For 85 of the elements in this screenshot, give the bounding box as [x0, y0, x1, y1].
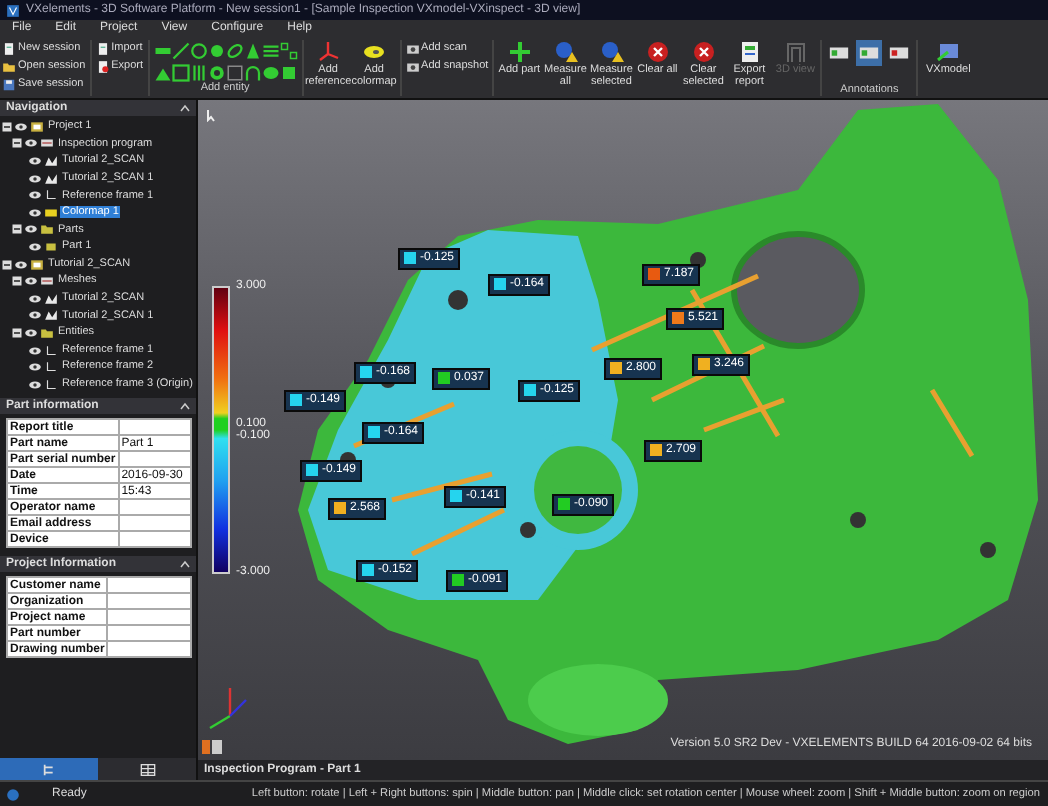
- ball-icon: [599, 40, 624, 64]
- eye-icon[interactable]: [24, 325, 38, 340]
- shape-icon[interactable]: [189, 40, 208, 60]
- project-icon: [30, 257, 44, 272]
- folder-icon: [40, 325, 54, 340]
- view-cube-icon[interactable]: [202, 740, 222, 754]
- eye-icon[interactable]: [24, 136, 38, 151]
- tree-icon: [41, 761, 57, 777]
- shape-icon[interactable]: [171, 40, 190, 60]
- cross-icon: [691, 40, 716, 64]
- project-icon: [30, 119, 44, 134]
- eye-icon[interactable]: [28, 360, 42, 375]
- eye-icon[interactable]: [28, 343, 42, 358]
- collapse-icon[interactable]: [12, 327, 22, 338]
- collapse-icon[interactable]: [2, 259, 12, 270]
- shape-icon[interactable]: [243, 62, 262, 82]
- shape-icon[interactable]: [279, 62, 298, 82]
- collapse-icon[interactable]: [12, 224, 22, 235]
- panel-tab[interactable]: [98, 758, 196, 780]
- program-icon: [40, 274, 54, 289]
- collapse-icon[interactable]: [12, 276, 22, 287]
- field-value[interactable]: [107, 641, 191, 657]
- annotation-toggle[interactable]: [856, 40, 883, 66]
- shape-icon[interactable]: [189, 62, 208, 82]
- eye-icon[interactable]: [28, 205, 42, 220]
- shape-icon[interactable]: [279, 40, 298, 60]
- field-value[interactable]: [107, 577, 191, 593]
- eye-icon[interactable]: [28, 377, 42, 392]
- blob-icon: [362, 40, 387, 64]
- eye-icon[interactable]: [14, 119, 28, 134]
- tag-icon: [888, 42, 911, 64]
- camera-icon: [405, 42, 420, 56]
- field-value[interactable]: [118, 419, 191, 435]
- shape-icon[interactable]: [225, 40, 244, 60]
- eye-icon[interactable]: [24, 222, 38, 237]
- app-logo-icon: [6, 3, 20, 17]
- cursor-icon: [206, 108, 218, 122]
- shape-icon[interactable]: [261, 62, 280, 82]
- ball-icon: [553, 40, 578, 64]
- cross-icon: [645, 40, 670, 64]
- page-icon: [95, 60, 110, 74]
- field-value[interactable]: [118, 451, 191, 467]
- shape-icon[interactable]: [171, 62, 190, 82]
- folder-icon: [2, 60, 16, 74]
- eye-icon[interactable]: [28, 171, 42, 186]
- eye-icon[interactable]: [14, 257, 28, 272]
- eye-icon[interactable]: [28, 239, 42, 254]
- colormap-icon: [44, 205, 58, 220]
- eye-icon[interactable]: [24, 274, 38, 289]
- eye-icon[interactable]: [28, 308, 42, 323]
- program-icon: [40, 136, 54, 151]
- eye-icon[interactable]: [28, 291, 42, 306]
- collapse-icon[interactable]: [180, 104, 190, 112]
- shape-icon[interactable]: [243, 40, 262, 60]
- status-icon: [6, 787, 20, 801]
- shape-icon[interactable]: [207, 40, 226, 60]
- field-value[interactable]: [118, 515, 191, 531]
- axis-triad-icon: [206, 684, 250, 732]
- field-value[interactable]: [118, 531, 191, 547]
- axes-icon: [316, 40, 341, 64]
- collapse-icon[interactable]: [180, 402, 190, 410]
- collapse-icon[interactable]: [12, 138, 22, 149]
- axes-icon: [44, 188, 58, 203]
- document-icon: [737, 40, 762, 64]
- eye-icon[interactable]: [28, 188, 42, 203]
- field-value[interactable]: [118, 499, 191, 515]
- field-value[interactable]: [107, 625, 191, 641]
- shape-icon[interactable]: [225, 62, 244, 82]
- plus-icon: [507, 40, 532, 64]
- eye-icon[interactable]: [28, 153, 42, 168]
- page-icon: [2, 42, 16, 56]
- collapse-icon[interactable]: [2, 121, 12, 132]
- page-icon: [95, 42, 110, 56]
- collapse-icon[interactable]: [180, 560, 190, 568]
- folder-icon: [40, 222, 54, 237]
- grid-icon: [139, 761, 155, 777]
- camera-icon: [405, 60, 420, 74]
- shape-icon[interactable]: [261, 40, 280, 60]
- tag-icon: [858, 42, 881, 64]
- field-value[interactable]: [107, 609, 191, 625]
- frame-icon: [783, 40, 808, 64]
- tag-icon: [828, 42, 851, 64]
- shape-icon[interactable]: [207, 62, 226, 82]
- field-value[interactable]: [107, 593, 191, 609]
- part-icon: [44, 239, 58, 254]
